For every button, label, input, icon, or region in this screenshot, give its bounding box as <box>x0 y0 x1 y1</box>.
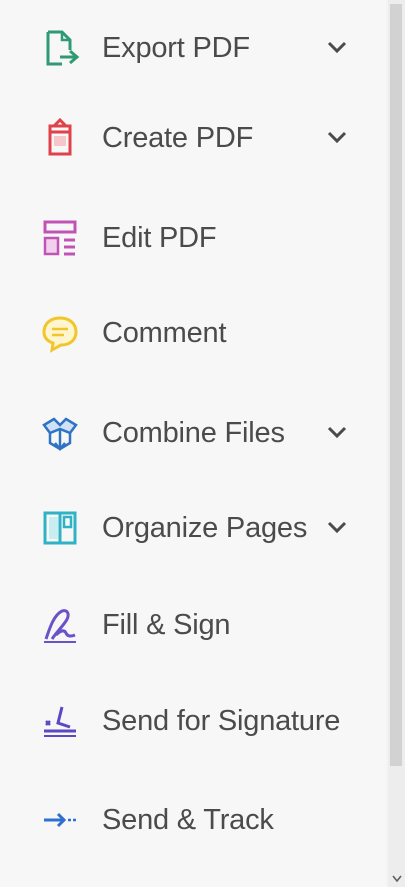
tool-label: Combine Files <box>102 416 285 449</box>
tool-label: Comment <box>102 316 227 349</box>
tools-pane: Export PDF Create PDF Edit PDF Comment C… <box>0 0 386 887</box>
tool-label: Send for Signature <box>102 704 341 737</box>
scrollbar[interactable] <box>388 0 405 887</box>
edit-pdf-icon <box>38 216 82 260</box>
tool-label: Export PDF <box>102 31 250 64</box>
send-for-signature-icon <box>38 699 82 743</box>
tool-label: Fill & Sign <box>102 608 231 641</box>
tool-label: Create PDF <box>102 121 254 154</box>
scrollbar-thumb[interactable] <box>390 4 402 766</box>
tool-edit-pdf[interactable]: Edit PDF <box>0 190 386 286</box>
tool-create-pdf[interactable]: Create PDF <box>0 90 386 186</box>
send-track-icon <box>38 798 82 842</box>
tool-combine-files[interactable]: Combine Files <box>0 385 386 481</box>
create-pdf-icon <box>38 116 82 160</box>
chevron-down-icon[interactable] <box>326 516 348 538</box>
tool-export-pdf[interactable]: Export PDF <box>0 0 386 96</box>
fill-sign-icon <box>38 603 82 647</box>
export-pdf-icon <box>38 26 82 70</box>
tool-send-track[interactable]: Send & Track <box>0 772 386 868</box>
tool-comment[interactable]: Comment <box>0 285 386 381</box>
tool-label: Send & Track <box>102 803 274 836</box>
tool-label: Organize Pages <box>102 511 308 544</box>
tool-label: Edit PDF <box>102 221 217 254</box>
chevron-down-icon[interactable] <box>326 36 348 58</box>
chevron-down-icon[interactable] <box>326 421 348 443</box>
tool-organize-pages[interactable]: Organize Pages <box>0 480 386 576</box>
tool-fill-sign[interactable]: Fill & Sign <box>0 577 386 673</box>
comment-icon <box>38 311 82 355</box>
scroll-down-arrow-icon[interactable] <box>388 871 405 885</box>
tool-send-for-signature[interactable]: Send for Signature <box>0 673 386 769</box>
chevron-down-icon[interactable] <box>326 126 348 148</box>
combine-files-icon <box>38 411 82 455</box>
organize-pages-icon <box>38 506 82 550</box>
